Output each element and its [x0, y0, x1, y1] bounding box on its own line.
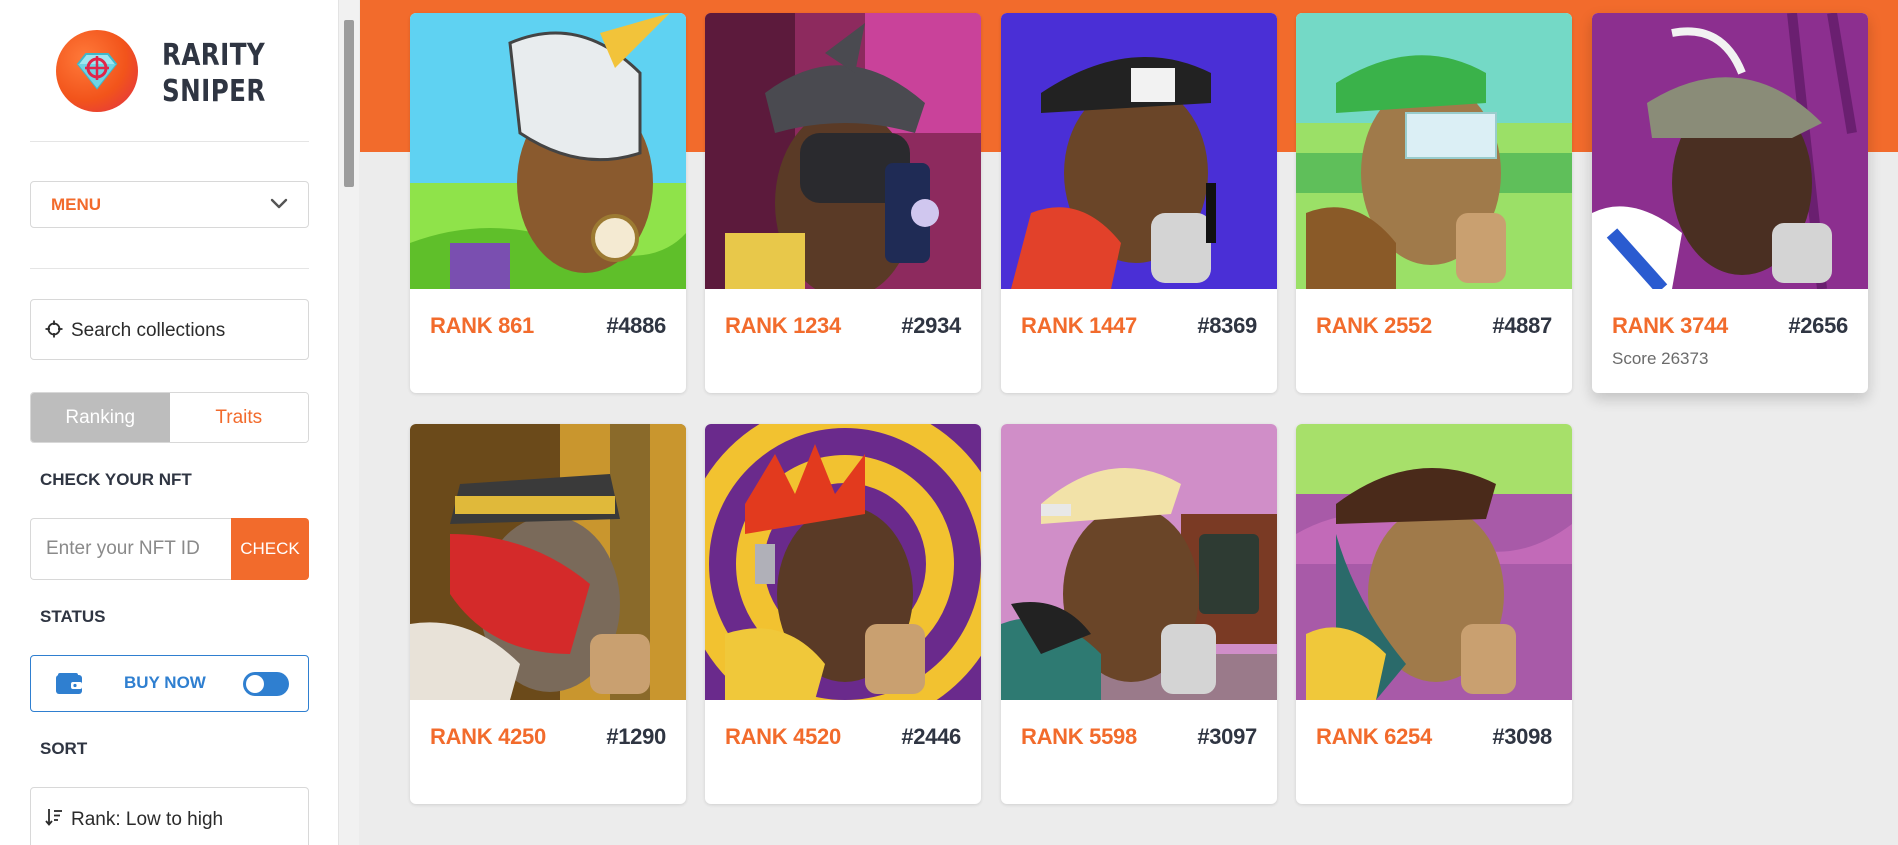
brand-name[interactable]: RARITY SNIPER: [162, 38, 266, 110]
menu-label: MENU: [51, 195, 102, 214]
nft-image: [410, 13, 686, 289]
card-rank: RANK 5598: [1021, 724, 1137, 749]
sidebar-scrollbar[interactable]: [339, 0, 359, 845]
card-id: #2934: [901, 313, 961, 338]
status-heading: STATUS: [40, 607, 106, 626]
sort-heading: SORT: [40, 739, 88, 758]
nft-image: [1592, 13, 1868, 289]
tab-traits[interactable]: Traits: [169, 393, 308, 442]
scrollbar-thumb[interactable]: [344, 20, 354, 187]
card-rank: RANK 3744: [1612, 313, 1728, 338]
card-rank: RANK 6254: [1316, 724, 1432, 749]
nft-card[interactable]: RANK 5598 #3097: [1001, 424, 1277, 804]
diamond-crosshair-logo[interactable]: [56, 30, 138, 112]
nft-card[interactable]: RANK 3744 #2656 Score 26373: [1592, 13, 1868, 393]
card-rank: RANK 1447: [1021, 313, 1137, 338]
check-button[interactable]: CHECK: [231, 518, 309, 580]
divider: [30, 141, 309, 142]
nft-card[interactable]: RANK 2552 #4887: [1296, 13, 1572, 393]
divider: [30, 268, 309, 269]
tab-ranking[interactable]: Ranking: [31, 393, 170, 442]
buy-now-label: BUY NOW: [124, 673, 206, 692]
card-id: #2656: [1788, 313, 1848, 338]
card-rank: RANK 4520: [725, 724, 841, 749]
nft-image: [1001, 424, 1277, 700]
card-id: #3098: [1492, 724, 1552, 749]
sort-select[interactable]: Rank: Low to high: [30, 787, 309, 845]
buy-now-filter[interactable]: BUY NOW: [30, 655, 309, 712]
card-id: #3097: [1197, 724, 1257, 749]
card-rank: RANK 861: [430, 313, 534, 338]
nft-image: [1296, 424, 1572, 700]
card-rank: RANK 2552: [1316, 313, 1432, 338]
card-score: Score 26373: [1612, 349, 1709, 368]
nft-image: [1296, 13, 1572, 289]
nft-card[interactable]: RANK 861 #4886: [410, 13, 686, 393]
toggle-knob: [246, 675, 264, 693]
buy-now-toggle[interactable]: [243, 672, 289, 696]
card-rank: RANK 4250: [430, 724, 546, 749]
nft-card[interactable]: RANK 1447 #8369: [1001, 13, 1277, 393]
check-nft-heading: CHECK YOUR NFT: [40, 470, 192, 489]
sort-descending-icon: [45, 809, 62, 826]
nft-image: [705, 424, 981, 700]
search-collections-input[interactable]: Search collections: [30, 299, 309, 360]
wallet-icon: [56, 673, 82, 694]
card-id: #2446: [901, 724, 961, 749]
card-id: #4886: [606, 313, 666, 338]
brand-line-2: SNIPER: [162, 74, 266, 109]
nft-card[interactable]: RANK 1234 #2934: [705, 13, 981, 393]
crosshair-icon: [45, 320, 63, 338]
sidebar: RARITY SNIPER MENU Search collections Ra…: [0, 0, 339, 845]
card-rank: RANK 1234: [725, 313, 841, 338]
chevron-down-icon: [270, 198, 288, 209]
search-text: Search collections: [71, 320, 226, 341]
card-id: #8369: [1197, 313, 1257, 338]
nft-card[interactable]: RANK 4250 #1290: [410, 424, 686, 804]
nft-card[interactable]: RANK 4520 #2446: [705, 424, 981, 804]
nft-id-input[interactable]: Enter your NFT ID: [30, 518, 231, 580]
nft-image: [1001, 13, 1277, 289]
brand-line-1: RARITY: [162, 38, 266, 73]
nft-card[interactable]: RANK 6254 #3098: [1296, 424, 1572, 804]
sort-value: Rank: Low to high: [71, 809, 224, 830]
card-id: #1290: [606, 724, 666, 749]
nft-image: [410, 424, 686, 700]
menu-dropdown[interactable]: MENU: [30, 181, 309, 228]
view-tabs: Ranking Traits: [30, 392, 309, 443]
card-id: #4887: [1492, 313, 1552, 338]
main-content: RANK 861 #4886 RANK 1234 #2934 RANK 1447…: [360, 0, 1898, 845]
nft-image: [705, 13, 981, 289]
